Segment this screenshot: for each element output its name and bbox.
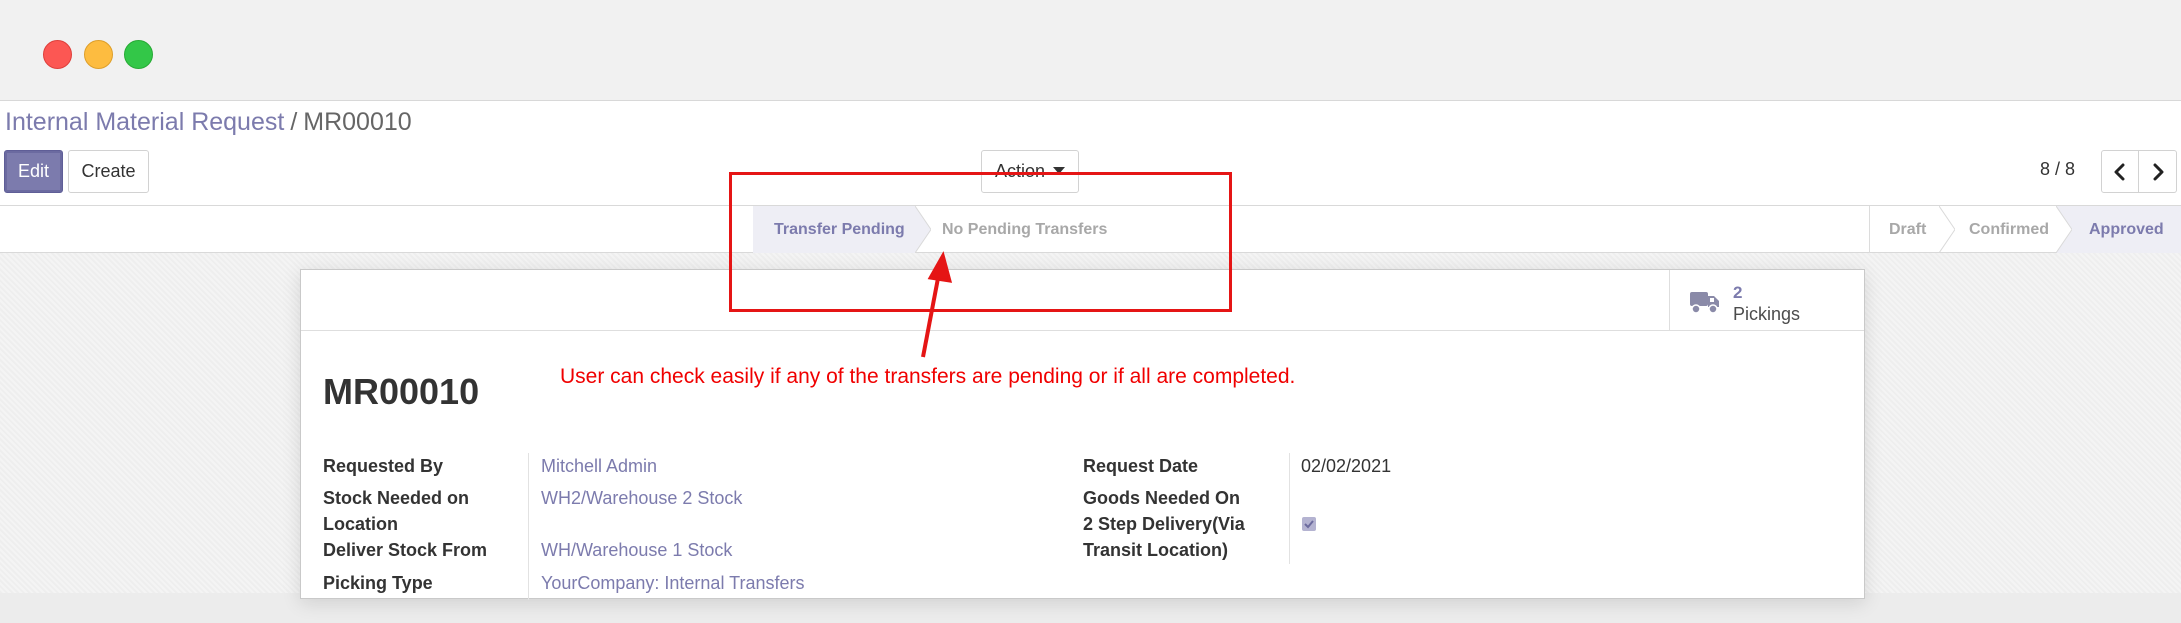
pager-value: 8 / 8 (2040, 159, 2076, 179)
field-label-request-date: Request Date (1083, 456, 1199, 476)
stage-chevron-arrow (1939, 206, 1955, 253)
create-button[interactable]: Create (68, 150, 149, 193)
stage-confirmed[interactable]: Confirmed (1969, 206, 2049, 253)
field-value-deliver-stock-from[interactable]: WH/Warehouse 1 Stock (541, 537, 732, 563)
field-value-picking-type[interactable]: YourCompany: Internal Transfers (541, 570, 804, 596)
right-label-divider (1289, 453, 1290, 564)
edit-button[interactable]: Edit (4, 150, 63, 193)
chevron-left-icon (2114, 163, 2125, 180)
field-value-goods-needed-on[interactable] (1301, 485, 1501, 511)
stage-draft[interactable]: Draft (1889, 206, 1926, 253)
field-label-stock-needed-on-line1: Stock Needed on (323, 488, 470, 508)
pager-next-button[interactable] (2139, 150, 2177, 193)
annotation-text: User can check easily if any of the tran… (560, 365, 1296, 388)
annotation-highlight-box (729, 172, 1232, 312)
pickings-smart-button[interactable]: 2 Pickings (1669, 270, 1864, 331)
two-step-delivery-checkbox[interactable] (1302, 517, 1316, 531)
field-value-requested-by[interactable]: Mitchell Admin (541, 453, 657, 479)
record-title: MR00010 (323, 371, 480, 412)
breadcrumb-separator: / (290, 108, 298, 136)
field-label-two-step-delivery-line2: Transit Location) (1083, 540, 1229, 560)
field-label-stock-needed-on-line2: Location (323, 514, 398, 534)
breadcrumb-parent-link[interactable]: Internal Material Request (5, 108, 284, 136)
field-value-request-date[interactable]: 02/02/2021 (1301, 453, 1391, 479)
pickings-label: Pickings (1733, 304, 1801, 324)
close-window-button[interactable] (43, 40, 72, 69)
field-label-two-step-delivery-line1: 2 Step Delivery(Via (1083, 514, 1245, 534)
breadcrumb-current: MR00010 (303, 108, 412, 136)
truck-icon (1690, 292, 1719, 314)
stage-chevron-arrow (2056, 206, 2072, 253)
field-label-requested-by: Requested By (323, 456, 444, 476)
chevron-right-icon (2153, 163, 2163, 180)
field-value-stock-needed-on-location[interactable]: WH2/Warehouse 2 Stock (541, 485, 742, 511)
minimize-window-button[interactable] (84, 40, 113, 69)
field-label-goods-needed-on: Goods Needed On (1083, 488, 1241, 508)
left-label-divider (528, 453, 529, 600)
field-label-picking-type: Picking Type (323, 573, 433, 593)
checkmark-icon (1304, 520, 1314, 529)
pager-previous-button[interactable] (2101, 150, 2139, 193)
breadcrumb: Internal Material Request / MR00010 (5, 107, 412, 137)
pickings-count: 2 (1733, 283, 1743, 302)
form-sheet: 2 Pickings MR00010 Requested By Stock Ne… (300, 269, 1865, 600)
statusbar-divider (1869, 206, 1870, 253)
field-label-deliver-stock-from: Deliver Stock From (323, 540, 488, 560)
window-titlebar (0, 0, 2181, 101)
zoom-window-button[interactable] (124, 40, 153, 69)
stage-approved[interactable]: Approved (2089, 206, 2164, 253)
